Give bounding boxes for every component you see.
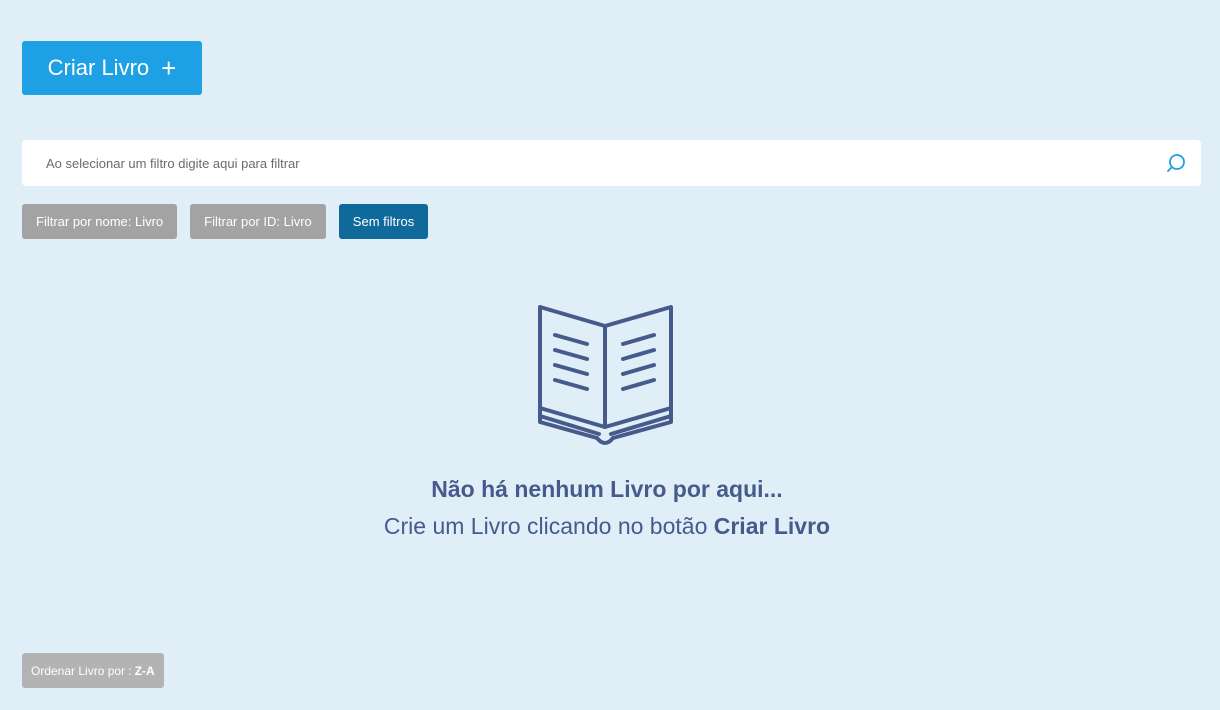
empty-state-title: Não há nenhum Livro por aqui...	[431, 476, 783, 502]
search-icon[interactable]	[1165, 152, 1187, 174]
empty-state: Não há nenhum Livro por aqui... Crie um …	[0, 300, 1214, 540]
empty-state-subtitle-emphasis: Criar Livro	[713, 513, 831, 539]
no-filter-button[interactable]: Sem filtros	[338, 204, 429, 239]
page: Criar Livro + Filtrar por nome: Livro Fi…	[0, 0, 1220, 710]
sort-button[interactable]: Ordenar Livro por : Z-A	[22, 653, 164, 688]
filter-by-id-button[interactable]: Filtrar por ID: Livro	[190, 204, 326, 239]
empty-state-subtitle: Crie um Livro clicando no botão Criar Li…	[384, 513, 830, 540]
sort-value: Z-A	[134, 663, 155, 678]
search-bar	[22, 140, 1201, 186]
filter-by-name-button[interactable]: Filtrar por nome: Livro	[22, 204, 178, 239]
filter-buttons: Filtrar por nome: Livro Filtrar por ID: …	[22, 204, 429, 239]
create-book-label: Criar Livro	[47, 55, 150, 80]
plus-icon: +	[161, 53, 177, 83]
search-input[interactable]	[22, 140, 1165, 186]
sort-label: Ordenar Livro por :	[31, 663, 132, 678]
empty-state-subtitle-text: Crie um Livro clicando no botão	[383, 513, 708, 539]
open-book-icon	[538, 305, 673, 445]
create-book-button[interactable]: Criar Livro +	[22, 41, 202, 95]
